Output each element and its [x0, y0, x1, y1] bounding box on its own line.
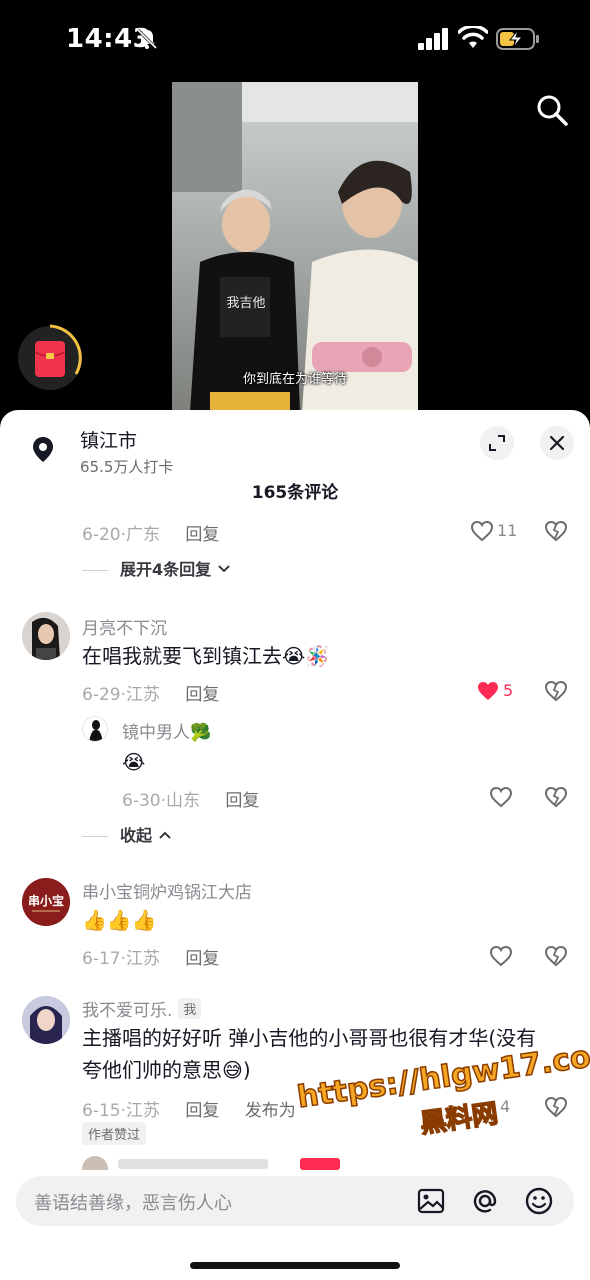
next-comment-peek: [82, 1156, 342, 1170]
signal-icon: [418, 28, 448, 50]
comment-count: 165条评论: [251, 483, 339, 503]
reply-button[interactable]: 回复: [185, 949, 219, 969]
reply-button[interactable]: 回复: [185, 525, 219, 545]
status-bar: 14:43: [0, 0, 590, 80]
red-packet-icon[interactable]: [16, 324, 84, 392]
divider-line: [82, 836, 108, 837]
wifi-icon: [458, 26, 488, 48]
heart-icon[interactable]: [489, 945, 513, 967]
video-duct: [172, 82, 242, 192]
collapse-replies-label: 收起: [120, 826, 153, 845]
reply-button[interactable]: 回复: [185, 685, 219, 705]
comment-input[interactable]: 善语结善缘，恶言伤人心: [16, 1176, 574, 1226]
broken-heart-icon[interactable]: [544, 519, 568, 543]
comment-date: 6-15: [82, 1101, 121, 1121]
close-icon[interactable]: [540, 426, 574, 460]
battery-charging-icon: [496, 28, 539, 50]
publish-as-button[interactable]: 发布为: [245, 1101, 296, 1121]
self-badge: 我: [178, 998, 202, 1019]
comment-date: 6-20: [82, 525, 121, 545]
expand-replies-label: 展开4条回复: [120, 560, 212, 579]
avatar[interactable]: [22, 996, 70, 1044]
reply-meta: 6-30·山东 回复: [122, 791, 260, 811]
heart-icon[interactable]: [489, 786, 513, 808]
avatar-image: 串小宝: [22, 878, 70, 926]
expand-icon[interactable]: [480, 426, 514, 460]
collapse-replies-button[interactable]: 收起: [82, 822, 172, 846]
comment-meta: 6-17·江苏 回复: [82, 949, 220, 969]
avatar-image: [83, 717, 107, 741]
video-subtitle: 你到底在为谁等待: [242, 372, 347, 387]
at-icon[interactable]: [470, 1186, 500, 1216]
avatar-image: [22, 996, 70, 1044]
avatar[interactable]: [82, 716, 108, 742]
heart-icon[interactable]: [470, 520, 494, 542]
broken-heart-icon[interactable]: [544, 785, 568, 809]
watermark: https://hlgw17.com 黑料网: [294, 1034, 590, 1169]
comment-region: 广东: [126, 525, 160, 545]
location-checkins: 65.5万人打卡: [80, 458, 174, 476]
comment-meta: 6-20·广东 回复: [82, 525, 220, 545]
bell-slash-icon: [136, 28, 158, 50]
emoji-icon[interactable]: [524, 1186, 554, 1216]
like-count: 11: [497, 521, 518, 540]
video-player[interactable]: 我吉他 你到底在为谁等待: [172, 82, 418, 412]
comment-meta: 6-29·江苏 回复: [82, 685, 220, 705]
reply-region: 山东: [166, 791, 200, 811]
comment-region: 江苏: [126, 685, 160, 705]
comment-date: 6-17: [82, 949, 121, 969]
comment-input-placeholder: 善语结善缘，恶言伤人心: [34, 1193, 232, 1214]
expand-replies-button[interactable]: 展开4条回复: [82, 556, 231, 580]
like-count: 5: [503, 681, 514, 700]
author-liked-badge: 作者赞过: [82, 1122, 147, 1145]
reply-button[interactable]: 回复: [225, 791, 259, 811]
avatar[interactable]: 串小宝: [22, 878, 70, 926]
divider-line: [82, 570, 108, 571]
comment-region: 江苏: [126, 949, 160, 969]
svg-text:串小宝: 串小宝: [28, 893, 64, 908]
comment-text: 👍👍👍: [82, 908, 157, 932]
comment-username[interactable]: 串小宝铜炉鸡锅江大店: [82, 878, 252, 903]
comment-region: 江苏: [126, 1101, 160, 1121]
location-pin-icon: [33, 437, 53, 462]
comment-meta: 6-15·江苏 回复 发布为: [82, 1101, 296, 1121]
reply-text: 😭: [122, 750, 146, 774]
image-icon[interactable]: [416, 1186, 446, 1216]
broken-heart-icon[interactable]: [544, 679, 568, 703]
comment-date: 6-29: [82, 685, 121, 705]
reply-username[interactable]: 镜中男人🥦: [122, 718, 211, 743]
location-name[interactable]: 镇江市: [80, 426, 137, 453]
app-screen: 14:43 我吉他 你到底在为谁等待 镇江市 65.5万人打卡 165条评论 6…: [0, 0, 590, 1280]
comment-username[interactable]: 我不爱可乐. 我: [82, 996, 202, 1021]
comment-username-text: 我不爱可乐.: [82, 1001, 173, 1021]
comment-text: 主播唱的好好听 弹小吉他的小哥哥也很有才华(没有: [82, 1026, 537, 1050]
comments-sheet: 镇江市 65.5万人打卡 165条评论 6-20·广东 回复 11 展开4条回复: [0, 410, 590, 1280]
chevron-down-icon: [218, 565, 230, 573]
broken-heart-icon[interactable]: [544, 944, 568, 968]
watermark-cn: 黑料网: [418, 1098, 501, 1140]
comment-text: 在唱我就要飞到镇江去😭🪅: [82, 644, 331, 668]
reply-date: 6-30: [122, 791, 161, 811]
chevron-up-icon: [158, 831, 171, 839]
reply-button[interactable]: 回复: [185, 1101, 219, 1121]
avatar[interactable]: [22, 612, 70, 660]
avatar-image: [22, 612, 70, 660]
svg-text:我吉他: 我吉他: [226, 296, 265, 311]
comment-username[interactable]: 月亮不下沉: [82, 614, 167, 639]
heart-icon[interactable]: [476, 680, 500, 702]
comment-text-line2: 夸他们帅的意思😅): [82, 1058, 251, 1082]
search-icon[interactable]: [534, 92, 570, 128]
home-indicator[interactable]: [190, 1262, 400, 1269]
